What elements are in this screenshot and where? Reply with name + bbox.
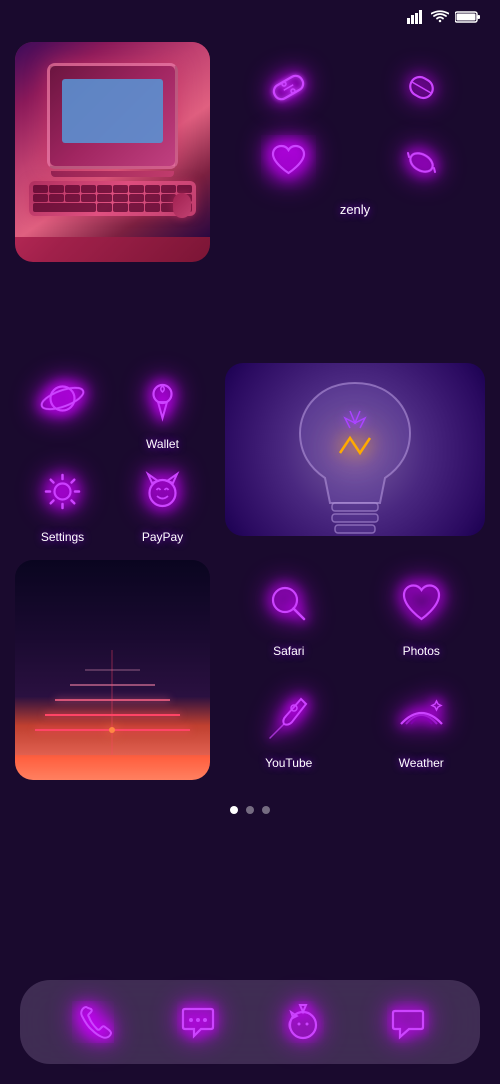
wallet-app[interactable]: Wallet bbox=[115, 363, 210, 451]
paypay-app[interactable]: PayPay bbox=[115, 456, 210, 544]
bottom-right-icons: Safari Photos YouTube bbox=[225, 560, 485, 788]
candy-app[interactable] bbox=[358, 127, 486, 197]
bottom-section: Safari Photos YouTube bbox=[0, 552, 500, 796]
settings-app[interactable]: Settings bbox=[15, 456, 110, 544]
dock-messages[interactable] bbox=[168, 992, 228, 1052]
wallet-label: Wallet bbox=[146, 437, 179, 451]
battery-icon bbox=[455, 10, 480, 29]
photos-label: Photos bbox=[403, 644, 440, 658]
wifi-icon bbox=[431, 10, 449, 29]
status-icons bbox=[407, 10, 480, 29]
weather-label: Weather bbox=[399, 756, 444, 770]
youtube-app[interactable]: YouTube bbox=[225, 682, 353, 789]
safari-label: Safari bbox=[273, 644, 304, 658]
top-right-icons: zenly bbox=[225, 42, 485, 347]
status-bar bbox=[0, 0, 500, 34]
dock-phone[interactable] bbox=[63, 992, 123, 1052]
dock-unicorn[interactable] bbox=[273, 992, 333, 1052]
pill-app[interactable] bbox=[358, 52, 486, 122]
middle-right-widget-container[interactable] bbox=[225, 363, 485, 544]
paypay-label: PayPay bbox=[142, 530, 183, 544]
page-dot-3[interactable] bbox=[262, 806, 270, 814]
signal-icon bbox=[407, 10, 425, 29]
middle-left-icons: Wallet Settings bbox=[15, 363, 210, 544]
planet-app[interactable] bbox=[15, 363, 110, 451]
middle-section: Wallet Settings bbox=[0, 355, 500, 552]
page-dot-1[interactable] bbox=[230, 806, 238, 814]
youtube-label: YouTube bbox=[265, 756, 312, 770]
page-dot-2[interactable] bbox=[246, 806, 254, 814]
weather-app[interactable]: Weather bbox=[358, 682, 486, 789]
photos-app[interactable]: Photos bbox=[358, 570, 486, 677]
page-dots bbox=[0, 796, 500, 824]
dock bbox=[20, 980, 480, 1064]
zenly-label-cell: zenly bbox=[225, 202, 485, 272]
settings-label: Settings bbox=[41, 530, 84, 544]
safari-app[interactable]: Safari bbox=[225, 570, 353, 677]
bandage-app[interactable] bbox=[225, 52, 353, 122]
zenly-text: zenly bbox=[340, 202, 370, 217]
heart-app[interactable] bbox=[225, 127, 353, 197]
top-section: zenly bbox=[0, 34, 500, 355]
bottom-left-widget-container[interactable] bbox=[15, 560, 210, 788]
dock-chat[interactable] bbox=[378, 992, 438, 1052]
top-left-widget[interactable] bbox=[15, 42, 210, 270]
